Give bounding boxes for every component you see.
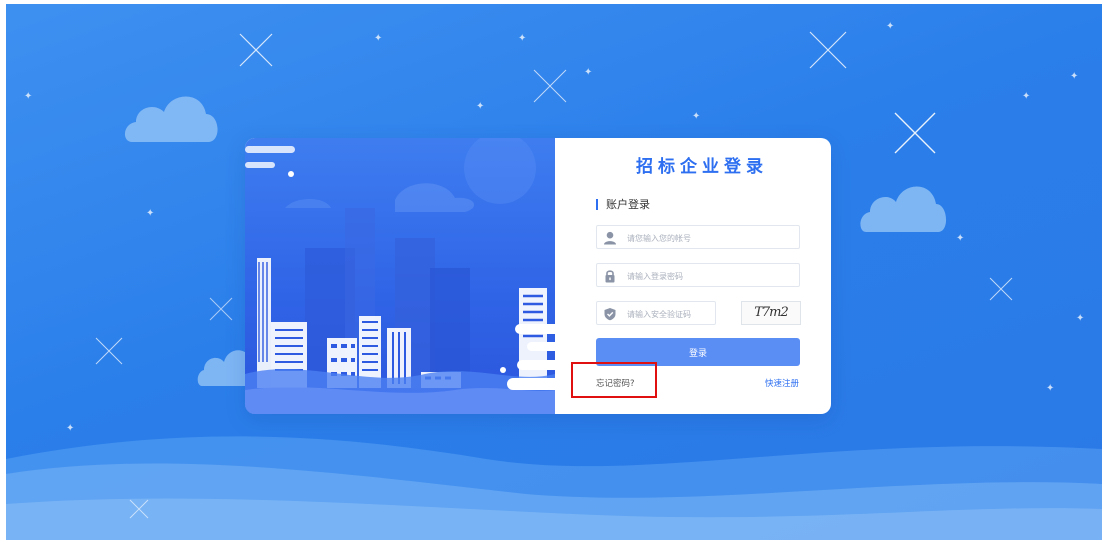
captcha-image[interactable]: T7m2: [741, 301, 801, 325]
captcha-field[interactable]: [596, 301, 719, 325]
sparkle-icon: [209, 297, 233, 321]
star-icon: ✦: [476, 101, 485, 112]
cloud-icon: [124, 96, 218, 142]
page-title: 招标企业登录: [636, 157, 768, 177]
sparkle-icon: [894, 112, 936, 154]
star-icon: ✦: [692, 111, 701, 122]
star-icon: ✦: [886, 21, 895, 32]
password-field[interactable]: [596, 263, 800, 287]
captcha-input[interactable]: [625, 305, 719, 323]
sparkle-icon: [239, 33, 273, 67]
star-icon: ✦: [374, 33, 383, 44]
cloud-icon: [860, 186, 947, 232]
password-input[interactable]: [625, 267, 799, 285]
sparkle-icon: [809, 31, 847, 69]
city-skyline-icon: [245, 138, 555, 414]
register-link[interactable]: 快速注册: [765, 377, 799, 389]
account-field[interactable]: [596, 225, 800, 249]
section-label: 账户登录: [596, 199, 650, 210]
sparkle-icon: [989, 277, 1013, 301]
lock-icon: [605, 270, 615, 283]
star-icon: ✦: [956, 233, 965, 244]
star-icon: ✦: [1022, 91, 1031, 102]
shield-icon: [604, 308, 616, 321]
user-icon: [604, 231, 616, 245]
star-icon: ✦: [1070, 71, 1079, 82]
sparkle-icon: [533, 69, 567, 103]
star-icon: ✦: [1046, 383, 1055, 394]
star-icon: ✦: [1076, 313, 1085, 324]
sparkle-icon: [129, 499, 149, 519]
account-input[interactable]: [625, 229, 799, 247]
star-icon: ✦: [518, 33, 527, 44]
star-icon: ✦: [146, 208, 155, 219]
city-illustration: [245, 138, 555, 414]
star-icon: ✦: [66, 423, 75, 434]
star-icon: ✦: [24, 91, 33, 102]
sparkle-icon: [95, 337, 123, 365]
highlight-box: [571, 362, 657, 398]
star-icon: ✦: [584, 67, 593, 78]
